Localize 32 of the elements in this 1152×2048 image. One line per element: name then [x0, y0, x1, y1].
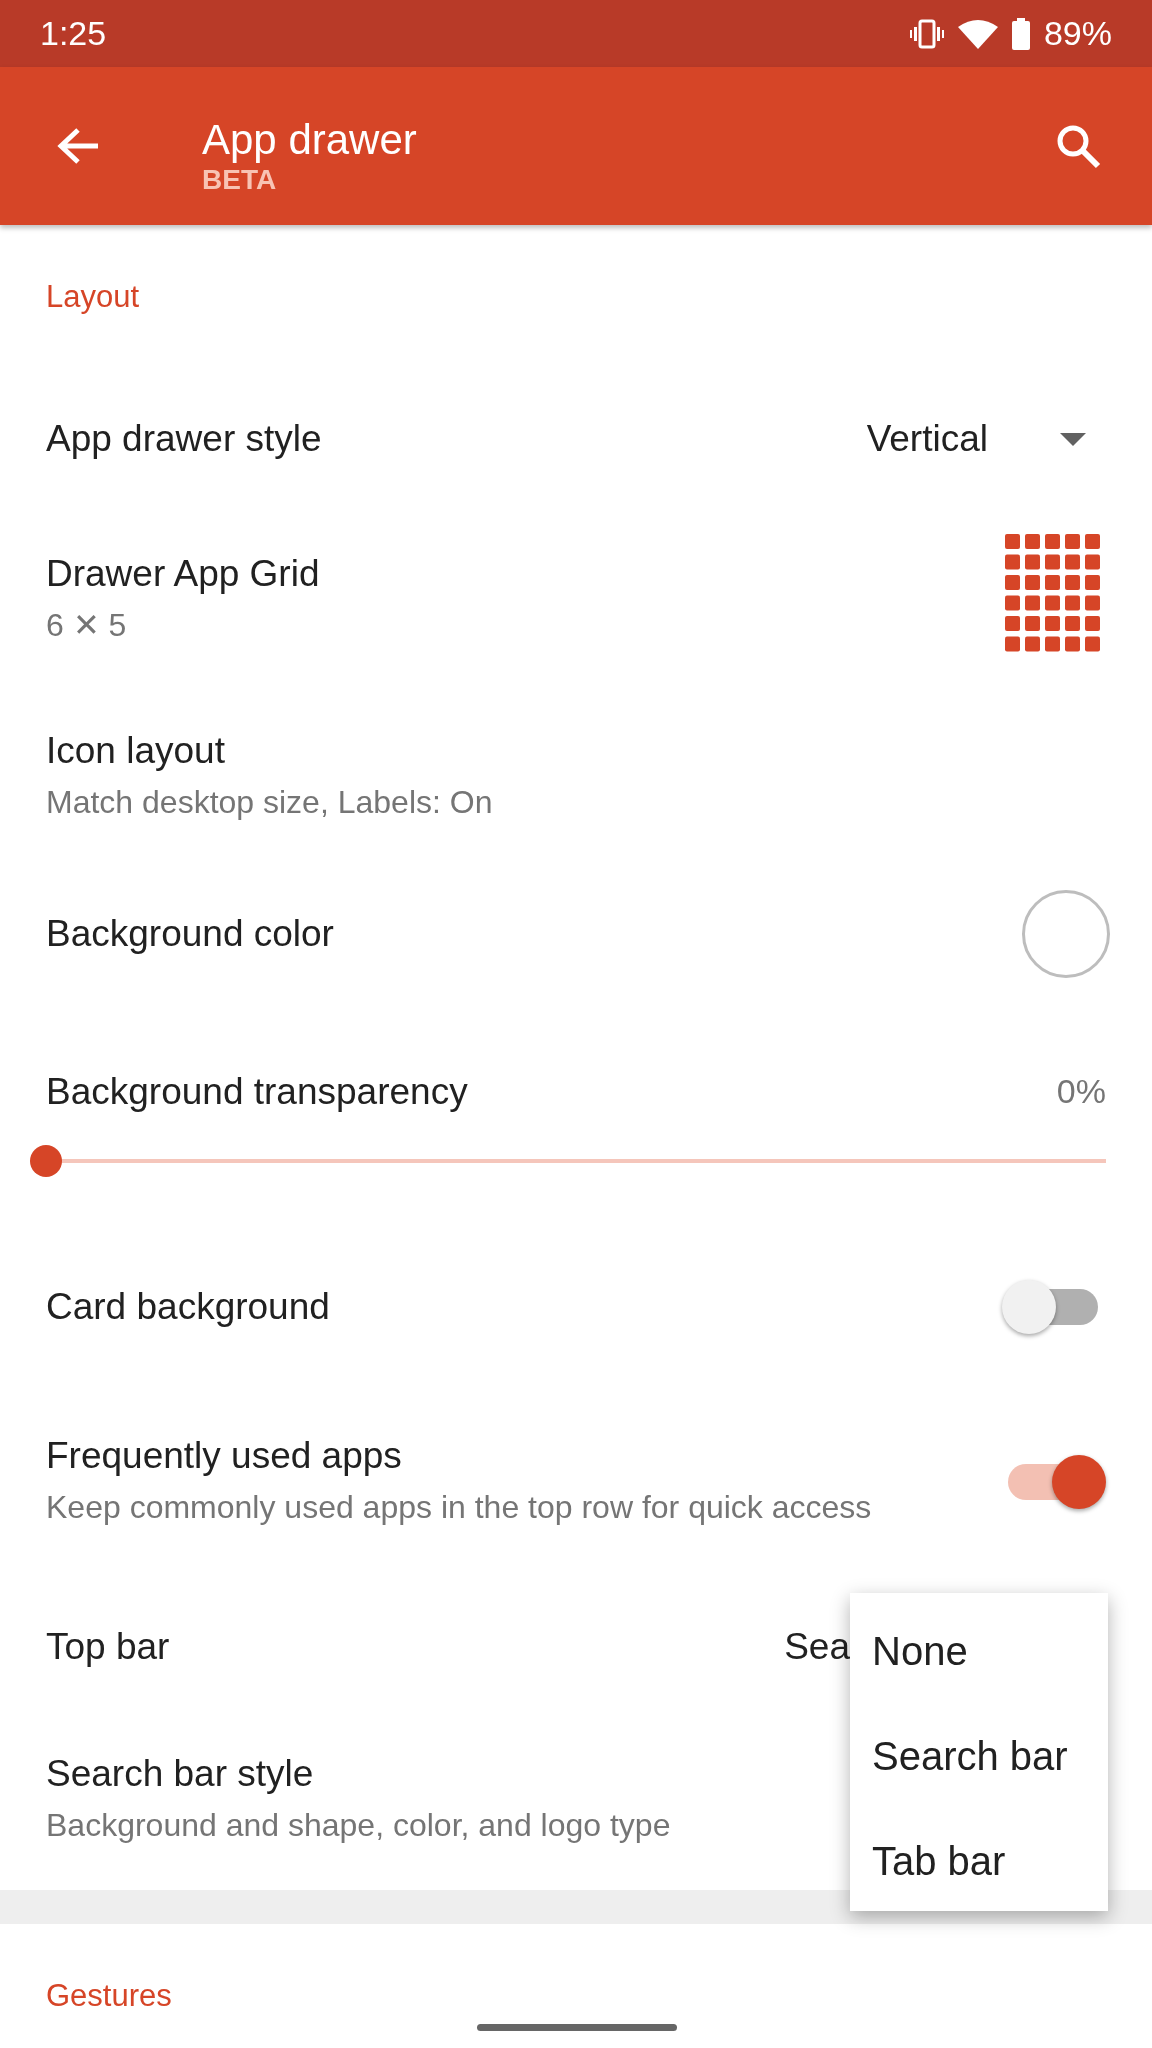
back-arrow-icon[interactable]	[56, 126, 100, 166]
dropdown-value: Vertical	[866, 417, 988, 462]
setting-title: App drawer style	[46, 417, 322, 461]
setting-title: Frequently used apps	[46, 1434, 403, 1478]
status-time: 1:25	[40, 13, 107, 54]
menu-item[interactable]: None	[850, 1598, 1108, 1703]
menu-item[interactable]: Search bar	[850, 1703, 1108, 1808]
setting-value: Sea	[784, 1624, 850, 1669]
beta-label: BETA	[202, 164, 278, 196]
setting-title: Card background	[46, 1284, 330, 1329]
setting-summary: Keep commonly used apps in the top row for quick access	[46, 1488, 872, 1527]
grid-icon[interactable]	[1005, 534, 1101, 654]
setting-title: Background transparency	[46, 1069, 468, 1114]
setting-title: Search bar style	[46, 1752, 315, 1796]
setting-summary: 6 ✕ 5	[46, 605, 128, 645]
setting-summary: Match desktop size, Labels: On	[46, 783, 493, 822]
section-header: Gestures	[46, 1976, 172, 2015]
setting-title: Background color	[46, 912, 334, 956]
setting-title: Drawer App Grid	[46, 551, 320, 596]
battery-percent: 89%	[1043, 13, 1112, 54]
setting-title: Top bar	[46, 1624, 170, 1669]
setting-value: 0%	[1056, 1071, 1106, 1112]
menu-item[interactable]: Tab bar	[850, 1808, 1108, 1913]
setting-title: Icon layout	[46, 729, 226, 773]
vibrate-icon	[909, 18, 944, 49]
setting-summary: Background and shape, color, and logo type	[46, 1806, 671, 1845]
wifi-icon	[957, 18, 998, 49]
slider-thumb[interactable]	[30, 1145, 62, 1177]
toolbar-title: App drawer	[202, 116, 417, 164]
battery-icon	[1011, 17, 1030, 50]
dropdown-caret-icon[interactable]	[1060, 432, 1086, 446]
section-header: Layout	[46, 277, 140, 316]
